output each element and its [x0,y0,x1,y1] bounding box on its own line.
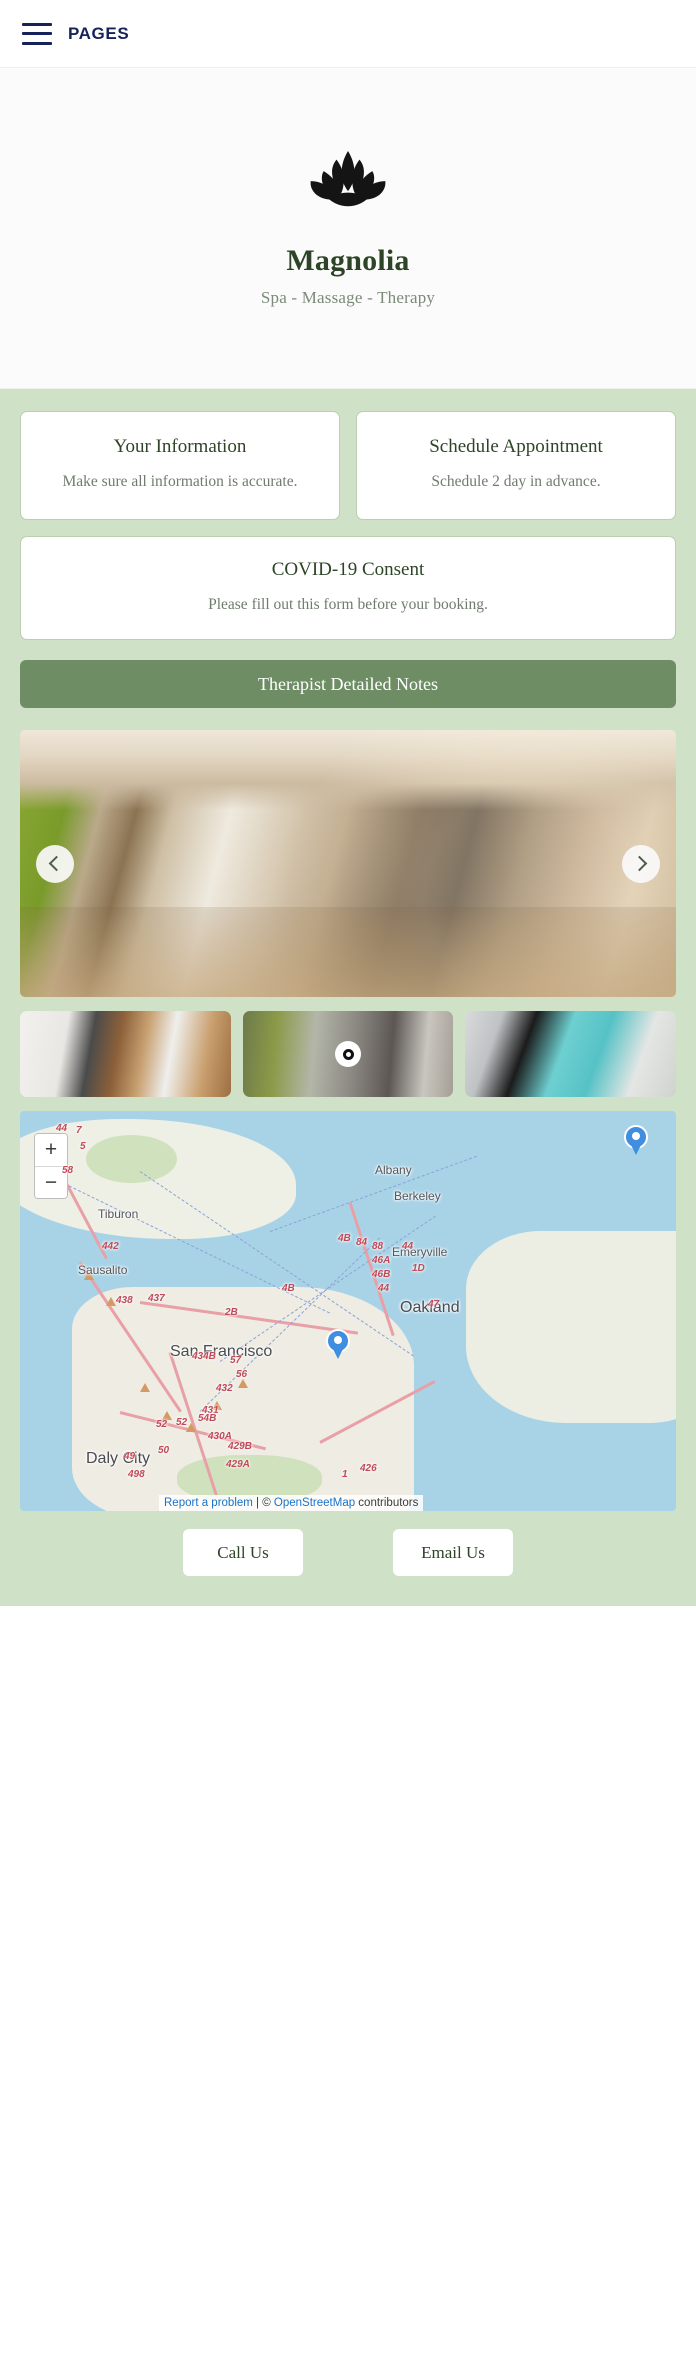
map-route-shield: 7 [76,1125,82,1137]
map-place-label: Albany [375,1163,412,1178]
panorama-360-icon [335,1041,361,1068]
card-title: Your Information [113,436,247,457]
map-attribution: Report a problem | © OpenStreetMap contr… [159,1495,424,1512]
map-place-label: Sausalito [78,1263,128,1278]
map-route-shield: 46B [372,1269,391,1281]
card-covid-19-consent[interactable]: COVID-19 Consent Please fill out this fo… [20,535,676,641]
map-place-label: Tiburon [98,1207,139,1222]
attribution-separator: | [252,1497,263,1510]
map-route-shield: 1D [412,1263,425,1275]
map-route-shield: 52 [176,1417,188,1429]
card-subtitle: Schedule 2 day in advance. [431,472,601,490]
lotus-flower-icon [305,149,391,214]
top-navigation-bar: PAGES [0,0,696,68]
card-schedule-appointment[interactable]: Schedule Appointment Schedule 2 day in a… [356,411,676,520]
info-card-row: Your Information Make sure all informati… [20,411,676,520]
map-route-shield: 429A [226,1459,250,1471]
brand-tagline: Spa - Massage - Therapy [260,287,436,307]
map-route-shield: 54B [198,1413,217,1425]
map-route-shield: 429B [228,1441,252,1453]
card-subtitle: Please fill out this form before your bo… [208,595,488,613]
map-peak-marker [238,1379,248,1389]
chevron-right-icon[interactable] [622,844,660,883]
map-route-shield: 437 [148,1293,165,1305]
chevron-left-glyph [48,856,65,872]
map-route-shield: 46A [372,1255,391,1267]
chevron-right-glyph [631,856,648,872]
hamburger-line [22,22,52,26]
hero-section: Magnolia Spa - Massage - Therapy [0,68,696,389]
location-map[interactable]: + − Tiburon Sausalito Albany Berkeley Emeryv… [20,1111,676,1512]
map-route-shield: 44 [402,1241,414,1253]
map-place-label: San Francisco [170,1343,273,1361]
map-route-shield: 49 [124,1451,136,1463]
map-route-shield: 1 [342,1469,348,1481]
openstreetmap-link[interactable]: OpenStreetMap [274,1497,355,1509]
thumbnail-item[interactable] [20,1011,231,1098]
card-title: Schedule Appointment [429,436,603,457]
thumbnail-strip [20,1011,677,1098]
email-us-button[interactable]: Email Us [393,1529,513,1577]
map-route-shield: 4B [282,1283,295,1295]
report-a-problem-link[interactable]: Report a problem [164,1497,253,1509]
map-place-label: Emeryville [392,1245,448,1260]
map-pin-icon[interactable] [326,1329,350,1361]
map-route-shield: 434B [192,1351,216,1363]
panorama-ring [342,1048,354,1060]
map-land-eastbay [466,1231,676,1424]
footer-action-row: Call Us Email Us [20,1529,676,1577]
call-us-button[interactable]: Call Us [183,1529,303,1577]
attribution-copyright: © [262,1497,274,1510]
map-route-shield: 84 [356,1237,368,1249]
map-place-label: Berkeley [394,1189,441,1204]
map-route-shield: 442 [102,1241,119,1253]
map-peak-marker [106,1297,116,1307]
thumbnail-item[interactable] [242,1011,454,1098]
attribution-suffix: contributors [355,1497,419,1510]
map-pin-icon[interactable] [624,1125,648,1157]
therapist-detailed-notes-button[interactable]: Therapist Detailed Notes [20,660,676,709]
map-route-shield: 438 [116,1295,133,1307]
map-route-shield: 44 [378,1283,390,1295]
map-route-shield: 5 [80,1141,86,1153]
map-route-shield: 44 [56,1123,68,1135]
map-route-shield: 426 [360,1463,377,1475]
map-route-shield: 88 [372,1241,384,1253]
brand-name: Magnolia [286,243,410,277]
pages-menu-label[interactable]: PAGES [68,24,129,44]
map-peak-marker [140,1383,150,1393]
map-pin-tip [332,1347,344,1360]
map-route-shield: 2B [225,1307,238,1319]
hamburger-line [22,32,52,35]
main-content-section: Your Information Make sure all informati… [0,389,696,1607]
hamburger-line [22,41,52,45]
map-route-shield: 52 [156,1419,168,1431]
map-route-shield: 498 [128,1469,145,1481]
card-subtitle: Make sure all information is accurate. [62,472,298,490]
map-route-shield: 432 [216,1383,233,1395]
thumbnail-item[interactable] [465,1011,677,1098]
image-carousel [20,730,676,998]
map-route-shield: 4B [338,1233,351,1245]
map-pin-tip [630,1143,642,1156]
carousel-main-image [20,730,676,998]
card-title: COVID-19 Consent [271,558,425,580]
map-route-shield: 58 [62,1165,74,1177]
map-peak-marker [186,1423,196,1433]
card-your-information[interactable]: Your Information Make sure all informati… [20,411,340,520]
map-place-label: Daly City [86,1450,151,1468]
map-route-shield: 50 [158,1445,170,1457]
map-zoom-in-button[interactable]: + [35,1134,67,1167]
map-route-shield: 47 [428,1299,440,1311]
map-route-shield: 56 [236,1369,248,1381]
hamburger-icon[interactable] [22,22,52,45]
chevron-left-icon[interactable] [36,844,74,883]
map-route-shield: 57 [230,1355,242,1367]
